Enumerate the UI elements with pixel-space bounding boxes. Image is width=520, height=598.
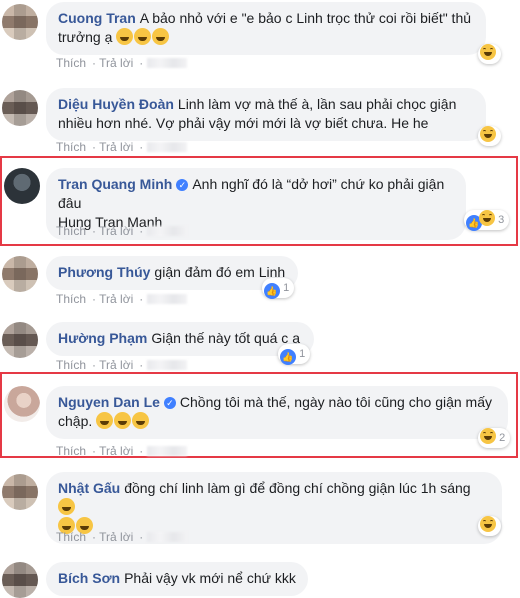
reaction-count[interactable] [478,44,501,64]
comment-text: đồng chí linh làm gì để đồng chí chồng g… [124,480,471,496]
avatar[interactable] [2,256,38,292]
commenter-name[interactable]: Phương Thúy [58,264,150,280]
smiling-emoji-icon [58,498,75,515]
haha-reaction-icon [480,126,496,142]
timestamp[interactable] [146,226,187,236]
comment-actions: Thích · Trả lời · [56,224,193,238]
comment-bubble: Cuong Tran A bảo nhỏ với e "e bảo c Linh … [46,2,486,55]
laughing-emoji-icon [96,412,114,429]
comment-bubble: Phương Thúy giận đảm đó em Linh [46,256,298,290]
avatar[interactable] [2,562,38,598]
comment-actions: Thích · Trả lời · [56,140,193,154]
reaction-count[interactable]: 👍 3 [464,210,510,231]
haha-reaction-icon [480,44,496,60]
reply-link[interactable]: Trả lời [99,444,133,458]
haha-reaction-icon [479,210,495,226]
reaction-number: 3 [498,214,505,226]
like-link[interactable]: Thích [56,56,86,70]
comment-text: giận đảm đó em Linh [154,264,286,280]
reaction-number: 1 [299,348,306,360]
commenter-name[interactable]: Tran Quang Minh [58,176,172,192]
haha-reaction-icon [480,428,496,444]
timestamp[interactable] [146,532,187,542]
reaction-number: 2 [499,432,506,444]
reaction-count[interactable] [478,126,501,146]
commenter-name[interactable]: Diệu Huyền Đoàn [58,96,174,112]
reaction-count[interactable] [478,516,501,536]
reaction-count[interactable]: 2 [478,428,511,448]
timestamp[interactable] [146,446,187,456]
reply-link[interactable]: Trả lời [99,358,133,372]
like-reaction-icon: 👍 [264,283,280,299]
like-link[interactable]: Thích [56,224,86,238]
verified-badge-icon: ✓ [176,179,189,191]
laughing-emoji-icon [116,28,134,45]
comment-bubble: Diệu Huyền Đoàn Linh làm vợ mà thế à, lần… [46,88,486,141]
haha-reaction-icon [480,516,496,532]
reaction-count[interactable]: 👍 1 [262,278,295,299]
comment-text: Giận thế này tốt quá c ạ [151,330,300,346]
commenter-name[interactable]: Nguyen Dan Le [58,394,160,410]
like-reaction-icon: 👍 [280,349,296,365]
like-link[interactable]: Thích [56,530,86,544]
comment-bubble: Nguyen Dan Le ✓ Chồng tôi mà thế, ngày nào… [46,386,508,439]
comment-actions: Thích · Trả lời · [56,358,193,372]
reply-link[interactable]: Trả lời [99,140,133,154]
verified-badge-icon: ✓ [163,397,176,409]
timestamp[interactable] [146,360,187,370]
laughing-emoji-icon [132,412,150,429]
laughing-emoji-icon [114,412,132,429]
avatar[interactable] [2,474,38,510]
comment-actions: Thích · Trả lời · [56,56,193,70]
like-link[interactable]: Thích [56,140,86,154]
reaction-count[interactable]: 👍 1 [278,344,311,365]
comment-text: Phải vậy vk mới nể chứ kkk [124,570,296,586]
reply-link[interactable]: Trả lời [99,224,133,238]
reaction-number: 1 [283,282,290,294]
laughing-emoji-icon [152,28,170,45]
comment-actions: Thích · Trả lời · [56,292,193,306]
commenter-name[interactable]: Bích Sơn [58,570,120,586]
commenter-name[interactable]: Nhật Gấu [58,480,120,496]
avatar[interactable] [2,322,38,358]
reply-link[interactable]: Trả lời [99,530,133,544]
comment-actions: Thích · Trả lời · [56,530,193,544]
avatar[interactable] [2,4,38,40]
comment-bubble: Hường Phạm Giận thế này tốt quá c ạ [46,322,314,356]
timestamp[interactable] [146,142,187,152]
reply-link[interactable]: Trả lời [99,56,133,70]
comment-actions: Thích · Trả lời · [56,444,193,458]
avatar[interactable] [2,90,38,126]
like-link[interactable]: Thích [56,358,86,372]
timestamp[interactable] [146,58,187,68]
commenter-name[interactable]: Cuong Tran [58,10,136,26]
laughing-emoji-icon [134,28,152,45]
avatar[interactable] [4,168,40,204]
like-link[interactable]: Thích [56,292,86,306]
commenter-name[interactable]: Hường Phạm [58,330,147,346]
reply-link[interactable]: Trả lời [99,292,133,306]
like-link[interactable]: Thích [56,444,86,458]
timestamp[interactable] [146,294,187,304]
avatar[interactable] [4,386,40,422]
